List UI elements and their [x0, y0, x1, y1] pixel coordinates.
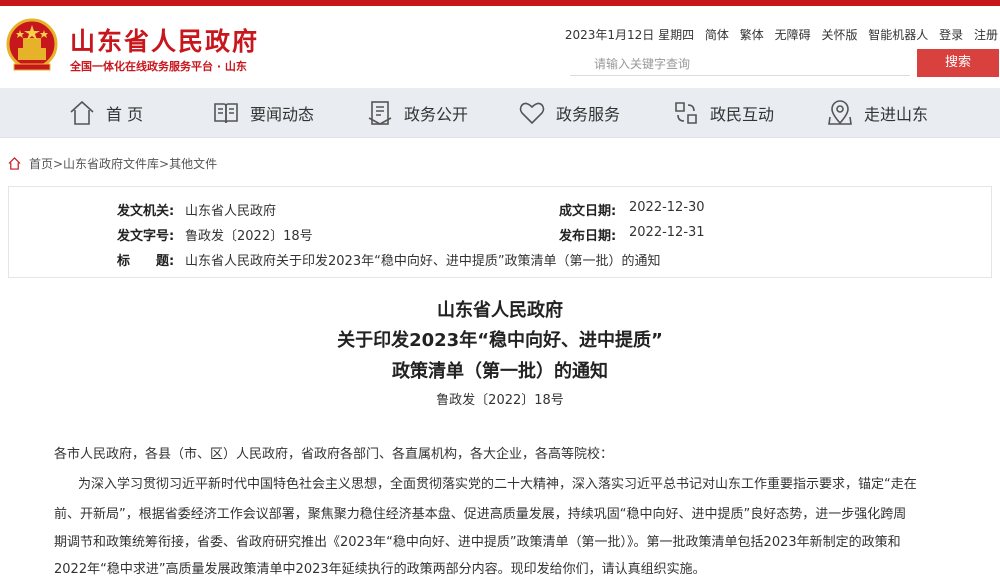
site-header: 山东省人民政府 全国一体化在线政务服务平台 · 山东 2023年1月12日 星期… [0, 6, 1000, 88]
paragraph-line-1: 为深入学习贯彻习近平新时代中国特色社会主义思想，全面贯彻落实党的二十大精神，深入… [78, 477, 917, 492]
doc-title-line-1: 山东省人民政府 [437, 300, 563, 321]
link-care-version[interactable]: 关怀版 [821, 28, 857, 42]
home-icon [8, 157, 21, 170]
current-date: 2023年1月12日 星期四 [564, 28, 695, 42]
info-row-issuer: 发文机关: 山东省人民政府 成文日期: 2022-12-30 [9, 200, 991, 220]
nav-label-home: 首 页 [106, 105, 144, 124]
title-value: 山东省人民政府关于印发2023年“稳中向好、进中提质”政策清单（第一批）的通知 [185, 254, 661, 269]
home-icon [70, 100, 94, 125]
link-login[interactable]: 登录 [939, 28, 963, 42]
link-smart-robot[interactable]: 智能机器人 [868, 28, 928, 42]
link-simplified[interactable]: 简体 [705, 28, 729, 42]
created-date-value: 2022-12-30 [629, 200, 705, 215]
location-icon [828, 100, 852, 125]
nav-label-explore-shandong: 走进山东 [864, 105, 929, 124]
doc-title-line-2: 关于印发2023年“稳中向好、进中提质” [337, 330, 663, 351]
search-input[interactable]: 请输入关键字查询 [570, 49, 910, 76]
top-links: 2023年1月12日 星期四 简体 繁体 无障碍 关怀版 智能机器人 登录 注册 [565, 26, 998, 43]
issuer-label: 发文机关: [117, 204, 175, 219]
book-icon [214, 103, 238, 124]
link-traditional[interactable]: 繁体 [740, 28, 764, 42]
doc-number-value: 鲁政发〔2022〕18号 [185, 229, 313, 244]
title-label: 标 题: [117, 254, 175, 269]
nav-item-interaction[interactable]: 政民互动 [672, 88, 774, 138]
document-icon [368, 101, 392, 125]
nav-item-home[interactable]: 首 页 [68, 88, 143, 138]
salutation: 各市人民政府，各县（市、区）人民政府，省政府各部门、各直属机构，各大企业，各高等… [54, 447, 614, 462]
site-subtitle: 全国一体化在线政务服务平台 · 山东 [70, 60, 247, 73]
breadcrumb: 首页>山东省政府文件库>其他文件 [8, 155, 217, 172]
heart-icon [519, 102, 545, 125]
paragraph-line-3: 期调节和政策统筹衔接，省委、省政府研究推出《2023年“稳中向好、进中提质”政策… [54, 535, 901, 550]
nav-item-gov-affairs[interactable]: 政务公开 [366, 88, 468, 138]
site-title[interactable]: 山东省人民政府 [70, 22, 259, 58]
published-date-label: 发布日期: [559, 229, 617, 244]
doc-title-line-3: 政策清单（第一批）的通知 [392, 361, 608, 382]
published-date-value: 2022-12-31 [629, 225, 705, 240]
created-date-label: 成文日期: [559, 204, 617, 219]
breadcrumb-path[interactable]: 首页>山东省政府文件库>其他文件 [29, 155, 217, 172]
link-register[interactable]: 注册 [974, 28, 998, 42]
national-emblem-icon [6, 18, 58, 71]
nav-item-gov-services[interactable]: 政务服务 [518, 88, 620, 138]
paragraph-line-2: 前、开新局”，根据省委经济工作会议部署，聚焦聚力稳住经济基本盘、促进高质量发展，… [54, 507, 907, 522]
nav-label-news: 要闻动态 [250, 105, 315, 124]
link-accessibility[interactable]: 无障碍 [775, 28, 811, 42]
nav-item-news[interactable]: 要闻动态 [212, 88, 314, 138]
doc-number: 鲁政发〔2022〕18号 [436, 393, 564, 408]
search-button[interactable]: 搜索 [917, 49, 999, 77]
nav-item-explore-shandong[interactable]: 走进山东 [826, 88, 928, 138]
doc-number-label: 发文字号: [117, 229, 175, 244]
info-row-title: 标 题: 山东省人民政府关于印发2023年“稳中向好、进中提质”政策清单（第一批… [9, 250, 991, 270]
issuer-value: 山东省人民政府 [185, 204, 277, 219]
interaction-icon [675, 102, 697, 124]
nav-label-interaction: 政民互动 [710, 105, 775, 124]
nav-label-gov-services: 政务服务 [556, 105, 621, 124]
document-info-box: 发文机关: 山东省人民政府 成文日期: 2022-12-30 发文字号: 鲁政发… [8, 186, 992, 278]
main-nav: 首 页 要闻动态 政务公开 政务服务 政民互动 走进山东 [0, 88, 1000, 138]
paragraph-line-4: 2022年“稳中求进”高质量发展政策清单中2023年延续执行的政策两部分内容。现… [54, 562, 706, 577]
nav-label-gov-affairs: 政务公开 [404, 105, 469, 124]
info-row-doc-no: 发文字号: 鲁政发〔2022〕18号 发布日期: 2022-12-31 [9, 225, 991, 245]
